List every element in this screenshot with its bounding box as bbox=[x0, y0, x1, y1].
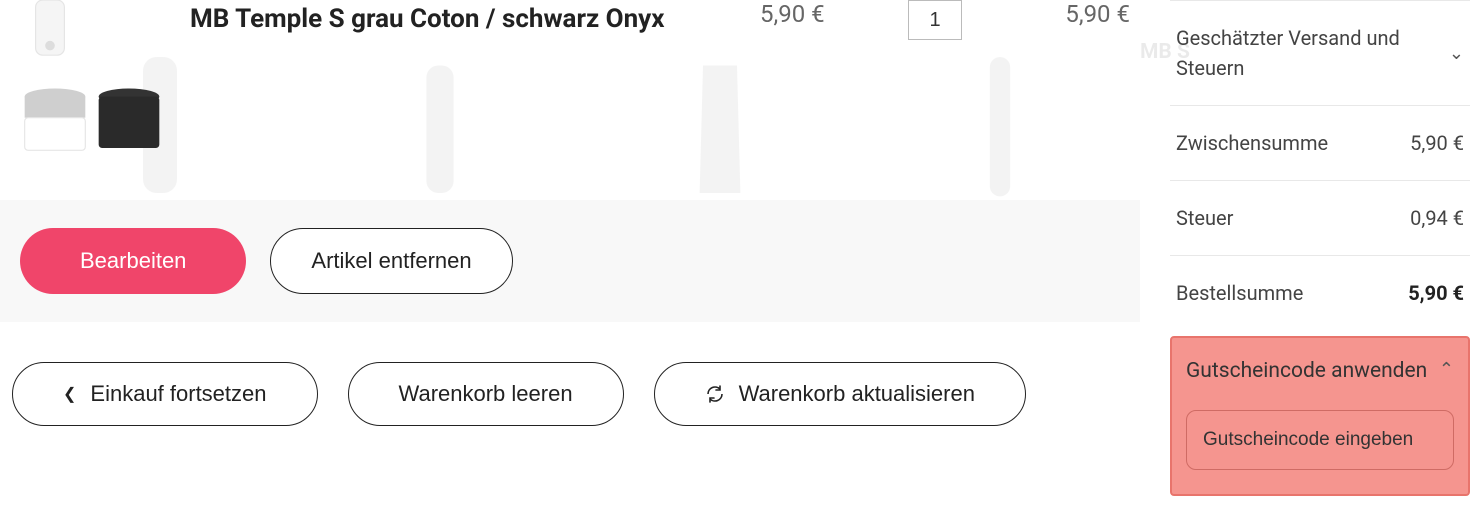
coupon-code-input[interactable] bbox=[1186, 410, 1454, 470]
line-subtotal: 5,90 € bbox=[1000, 0, 1130, 28]
update-cart-button[interactable]: Warenkorb aktualisieren bbox=[654, 362, 1026, 426]
chevron-left-icon: ❮ bbox=[63, 384, 76, 404]
continue-shopping-button[interactable]: ❮ Einkauf fortsetzen bbox=[12, 362, 318, 426]
update-label: Warenkorb aktualisieren bbox=[739, 381, 975, 407]
shipping-estimate-toggle[interactable]: Geschätzter Versand und Steuern ⌄ bbox=[1170, 0, 1470, 105]
remove-item-button[interactable]: Artikel entfernen bbox=[270, 228, 512, 294]
edit-button[interactable]: Bearbeiten bbox=[20, 228, 246, 294]
clear-cart-button[interactable]: Warenkorb leeren bbox=[348, 362, 624, 426]
summary-sidebar: MB S Geschätzter Versand und Steuern ⌄ Z… bbox=[1160, 0, 1480, 521]
unit-price: 5,90 € bbox=[760, 0, 870, 28]
item-actions-row: Bearbeiten Artikel entfernen bbox=[0, 200, 1140, 322]
refresh-icon bbox=[705, 384, 725, 404]
quantity-input[interactable] bbox=[908, 0, 962, 40]
summary-total-row: Bestellsumme 5,90 € bbox=[1170, 255, 1470, 330]
continue-label: Einkauf fortsetzen bbox=[90, 381, 266, 407]
summary-tax-row: Steuer 0,94 € bbox=[1170, 180, 1470, 255]
cart-bottom-actions: ❮ Einkauf fortsetzen Warenkorb leeren Wa… bbox=[0, 322, 1140, 426]
product-thumbnail bbox=[10, 0, 190, 170]
coupon-section: Gutscheincode anwenden ⌃ bbox=[1170, 336, 1470, 496]
coupon-toggle[interactable]: Gutscheincode anwenden ⌃ bbox=[1186, 356, 1454, 388]
chevron-down-icon: ⌄ bbox=[1449, 43, 1464, 64]
chevron-up-icon: ⌃ bbox=[1439, 356, 1454, 383]
cart-item-row: MB Temple S grau Coton / schwarz Onyx 5,… bbox=[0, 0, 1140, 200]
product-title: MB Temple S grau Coton / schwarz Onyx bbox=[190, 0, 760, 37]
summary-subtotal-row: Zwischensumme 5,90 € bbox=[1170, 105, 1470, 180]
